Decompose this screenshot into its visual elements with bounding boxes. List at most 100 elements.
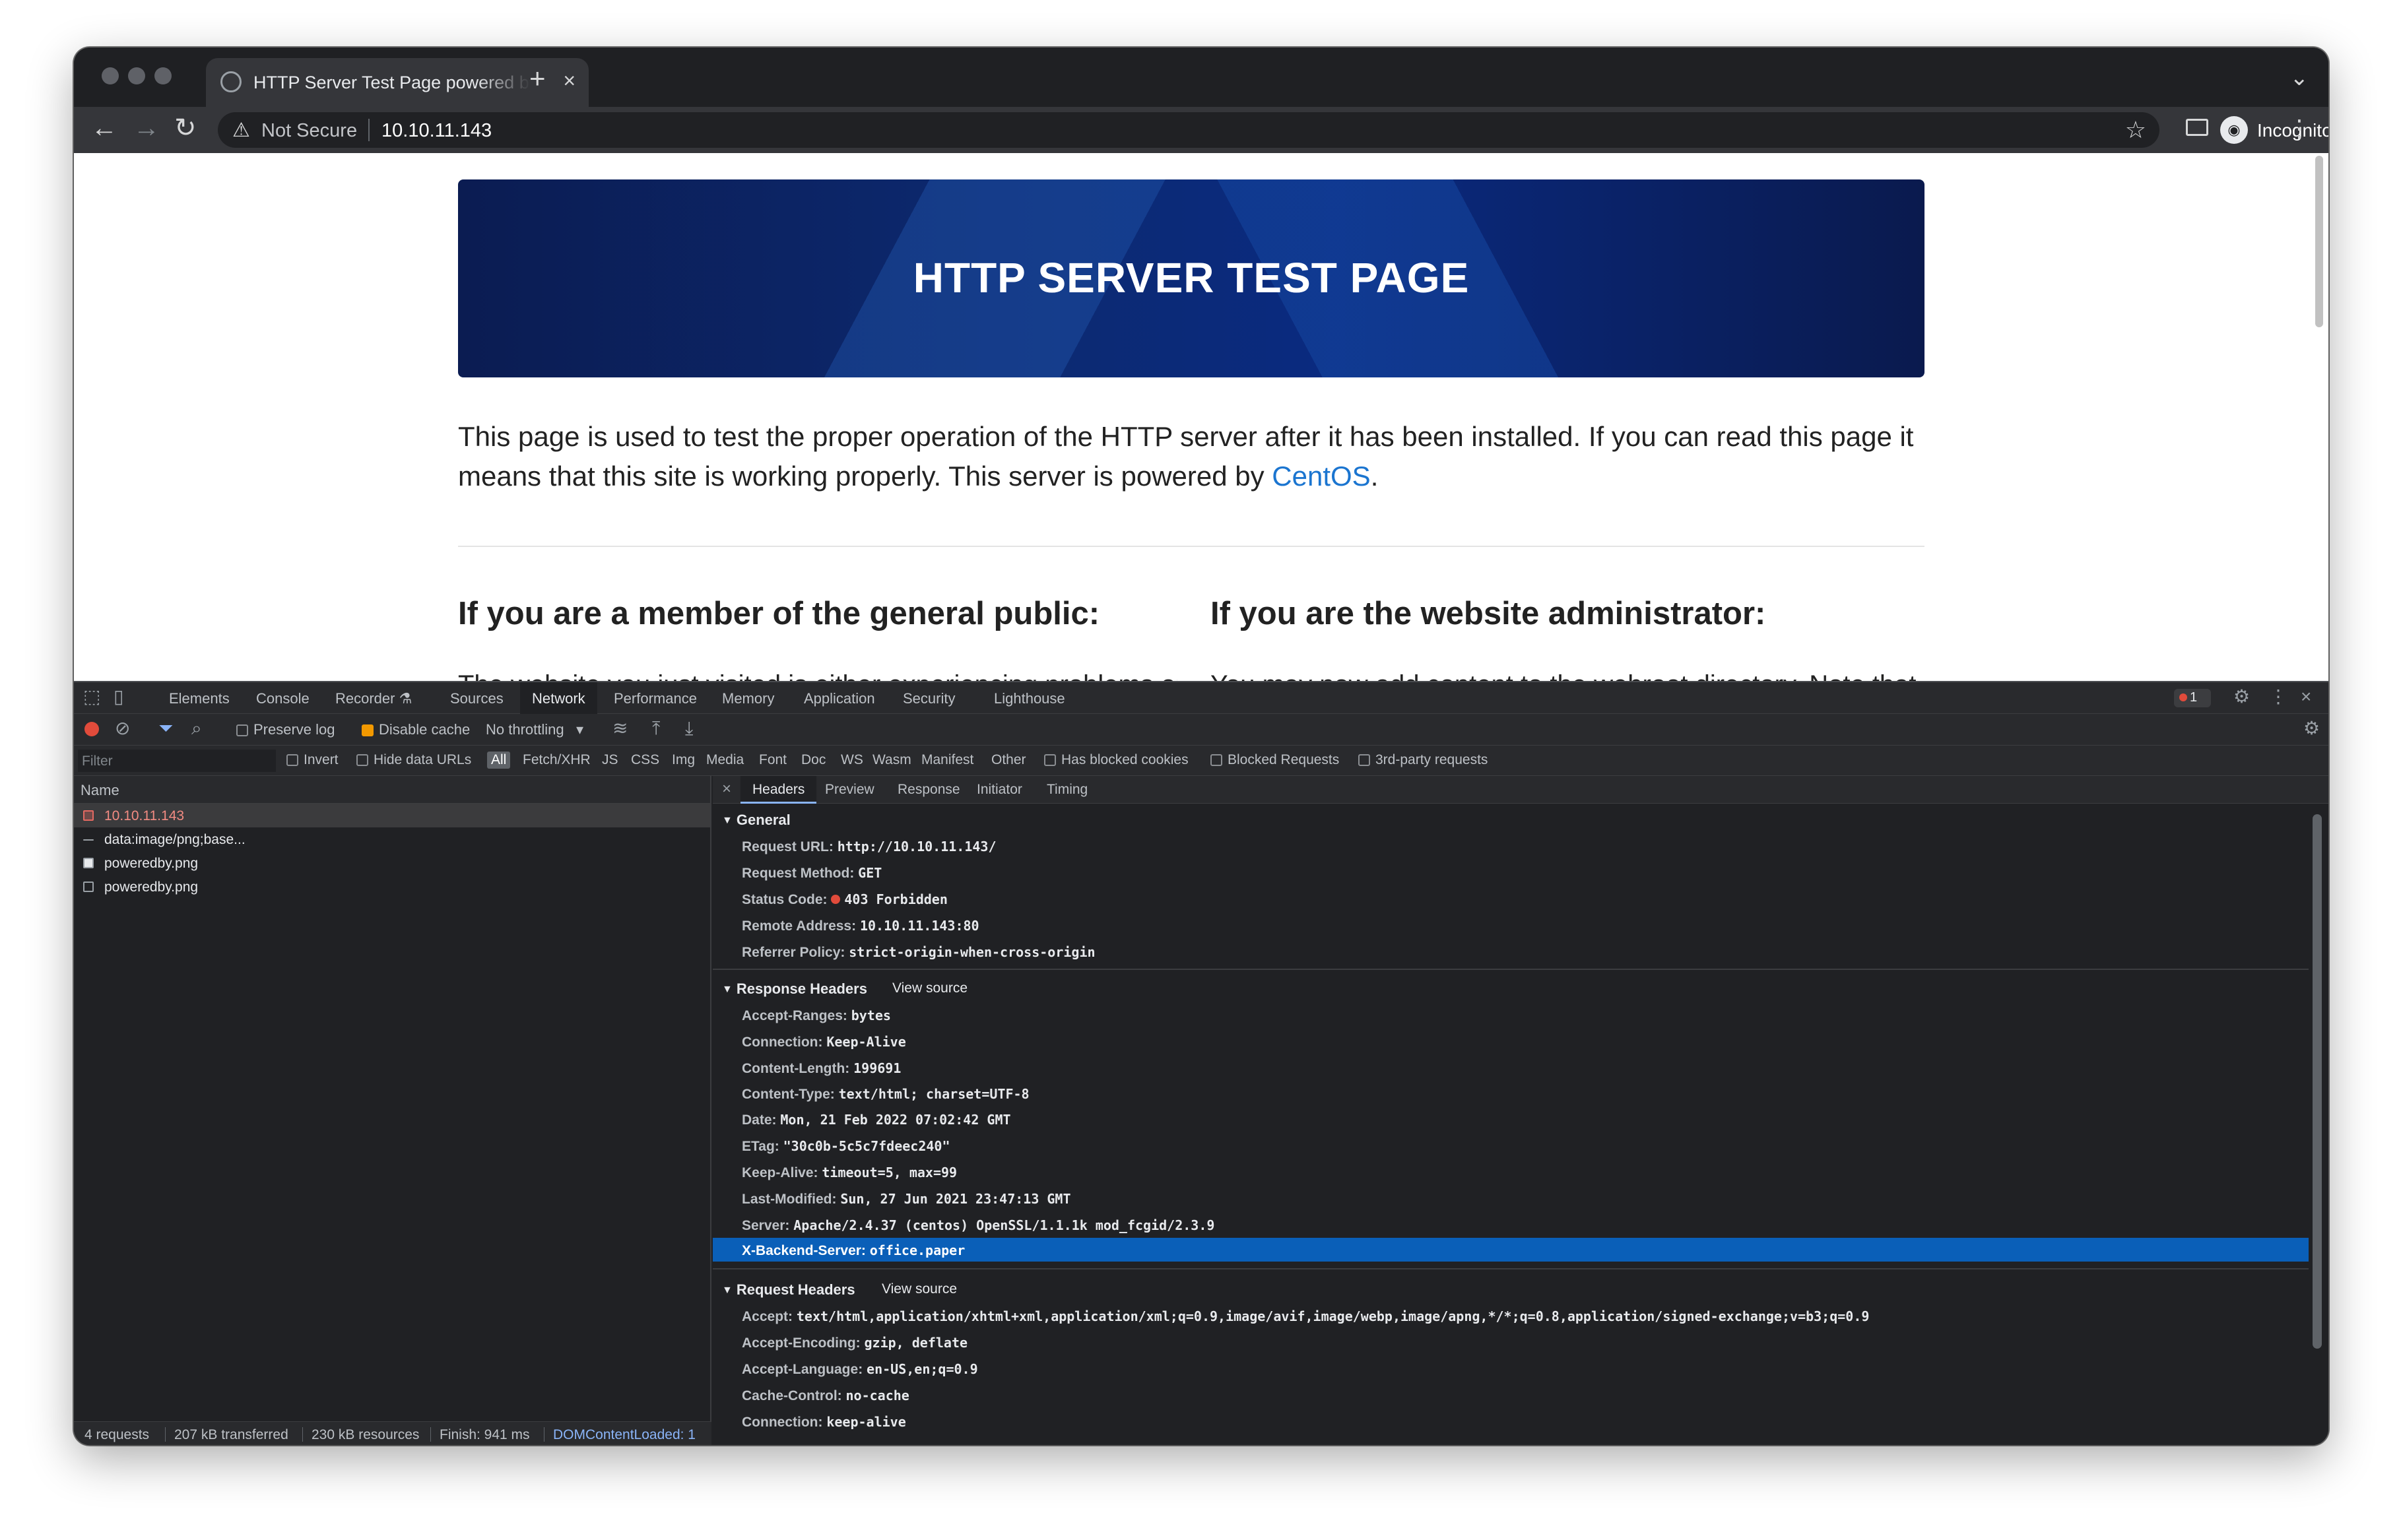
tab-elements[interactable]: Elements [169,690,230,707]
tab-performance[interactable]: Performance [614,690,697,707]
response-view-source-link[interactable]: View source [892,980,968,996]
window-close-button[interactable] [102,67,119,84]
has-blocked-cookies-checkbox[interactable]: Has blocked cookies [1044,752,1189,768]
invert-checkbox[interactable]: Invert [286,752,339,768]
tab-recorder[interactable]: Recorder ⚗ [335,690,412,707]
chevron-down-icon[interactable]: ⌄ [2290,65,2309,91]
window-zoom-button[interactable] [154,67,172,84]
type-filter-wasm[interactable]: Wasm [872,752,911,768]
address-bar[interactable]: ⚠ Not Secure 10.10.11.143 ☆ [218,112,2159,148]
network-settings-icon[interactable]: ⚙ [2303,719,2320,738]
header-row[interactable]: Keep-Alive: timeout=5, max=99 [713,1160,2309,1184]
type-filter-font[interactable]: Font [759,752,787,768]
blocked-requests-checkbox[interactable]: Blocked Requests [1210,752,1339,768]
header-row[interactable]: Connection: keep-alive [713,1409,2309,1433]
incognito-profile-button[interactable]: ◉ Incognito [2216,113,2328,146]
new-tab-icon[interactable]: + [529,65,546,92]
close-details-icon[interactable]: × [722,780,731,798]
request-row[interactable]: poweredby.png [74,851,710,875]
details-scrollbar[interactable] [2313,814,2322,1349]
type-filter-media[interactable]: Media [706,752,744,768]
cast-icon[interactable] [2186,119,2208,136]
request-row[interactable]: data:image/png;base... [74,827,710,851]
type-filter-js[interactable]: JS [602,752,618,768]
third-party-checkbox[interactable]: 3rd-party requests [1358,752,1488,768]
throttling-select[interactable]: No throttling ▾ [486,721,583,738]
preserve-log-checkbox[interactable]: Preserve log [236,721,335,738]
header-row[interactable]: Date: Mon, 21 Feb 2022 07:02:42 GMT [713,1107,2309,1131]
back-arrow-icon[interactable]: ← [91,115,117,141]
error-count-badge[interactable]: 1 [2174,689,2211,707]
type-filter-all[interactable]: All [487,752,511,769]
header-row[interactable]: Server: Apache/2.4.37 (centos) OpenSSL/1… [713,1213,2309,1236]
header-row[interactable]: Content-Length: 199691 [713,1056,2309,1079]
not-secure-label[interactable]: Not Secure [261,120,357,142]
header-row[interactable]: Accept-Ranges: bytes [713,1003,2309,1027]
type-filter-ws[interactable]: WS [841,752,863,768]
header-row[interactable]: Accept: text/html,application/xhtml+xml,… [713,1304,2309,1328]
type-filter-css[interactable]: CSS [631,752,659,768]
header-row[interactable]: Content-Type: text/html; charset=UTF-8 [713,1081,2309,1105]
gear-icon[interactable]: ⚙ [2233,688,2250,706]
filter-icon[interactable]: ⏷ [158,719,173,738]
header-row[interactable]: Referrer Policy: strict-origin-when-cros… [713,940,2309,963]
browser-menu-icon[interactable]: ⋮ [2287,115,2311,143]
request-row[interactable]: poweredby.png [74,875,710,899]
header-row[interactable]: Status Code: 403 Forbidden [713,887,2309,911]
tab-application[interactable]: Application [804,690,875,707]
close-devtools-icon[interactable]: × [2301,688,2311,706]
type-filter-img[interactable]: Img [672,752,695,768]
tab-preview[interactable]: Preview [825,782,874,798]
url-text[interactable]: 10.10.11.143 [381,120,492,142]
type-filter-other[interactable]: Other [991,752,1026,768]
warning-icon[interactable]: ⚠ [232,119,250,142]
page-scrollbar[interactable] [2315,156,2323,327]
header-row[interactable]: Connection: Keep-Alive [713,1029,2309,1053]
tab-memory[interactable]: Memory [722,690,774,707]
inspect-element-icon[interactable]: ⬚ [83,688,100,706]
header-row-selected[interactable]: X-Backend-Server: office.paper [713,1238,2309,1262]
request-list-header[interactable]: Name [74,776,710,804]
type-filter-manifest[interactable]: Manifest [921,752,973,768]
response-headers-section-toggle[interactable]: ▼ Response Headers [713,980,867,998]
import-har-icon[interactable]: ⤒ [652,719,660,738]
disable-cache-checkbox[interactable]: Disable cache [362,721,470,738]
clear-icon[interactable]: ⊘ [115,719,130,738]
window-minimize-button[interactable] [128,67,145,84]
tab-timing[interactable]: Timing [1047,782,1088,798]
request-headers-section-toggle[interactable]: ▼ Request Headers [713,1281,855,1299]
reload-icon[interactable]: ↻ [174,115,197,141]
tab-headers[interactable]: Headers [740,776,817,804]
hide-data-urls-checkbox[interactable]: Hide data URLs [356,752,471,768]
tab-sources[interactable]: Sources [450,690,504,707]
centos-link[interactable]: CentOS [1272,461,1370,492]
tab-lighthouse[interactable]: Lighthouse [994,690,1065,707]
header-row[interactable]: Request URL: http://10.10.11.143/ [713,834,2309,858]
device-toolbar-icon[interactable]: ▯ [114,688,123,706]
tab-close-icon[interactable]: × [563,70,576,91]
tab-response[interactable]: Response [898,782,960,798]
request-view-source-link[interactable]: View source [882,1281,957,1297]
general-section-toggle[interactable]: ▼ General [713,812,791,829]
filter-input[interactable]: Filter [78,750,276,772]
header-row[interactable]: Last-Modified: Sun, 27 Jun 2021 23:47:13… [713,1186,2309,1210]
request-row[interactable]: 10.10.11.143 [74,804,710,827]
record-icon[interactable] [84,722,99,736]
devtools-menu-icon[interactable]: ⋮ [2269,688,2287,706]
tab-initiator[interactable]: Initiator [977,782,1022,798]
header-row[interactable]: Accept-Language: en-US,en;q=0.9 [713,1357,2309,1380]
tab-network[interactable]: Network [520,682,597,714]
type-filter-doc[interactable]: Doc [801,752,826,768]
search-icon[interactable]: ⌕ [191,719,202,738]
forward-arrow-icon[interactable]: → [133,115,160,141]
header-row[interactable]: Request Method: GET [713,860,2309,884]
header-row[interactable]: Remote Address: 10.10.11.143:80 [713,913,2309,937]
header-row[interactable]: Accept-Encoding: gzip, deflate [713,1330,2309,1354]
header-row[interactable]: Cache-Control: no-cache [713,1383,2309,1407]
tab-security[interactable]: Security [903,690,955,707]
bookmark-star-icon[interactable]: ☆ [2125,116,2146,144]
tab-console[interactable]: Console [256,690,310,707]
network-conditions-icon[interactable]: ≋ [612,719,628,738]
export-har-icon[interactable]: ⤓ [685,719,693,738]
type-filter-fetch-xhr[interactable]: Fetch/XHR [523,752,591,768]
